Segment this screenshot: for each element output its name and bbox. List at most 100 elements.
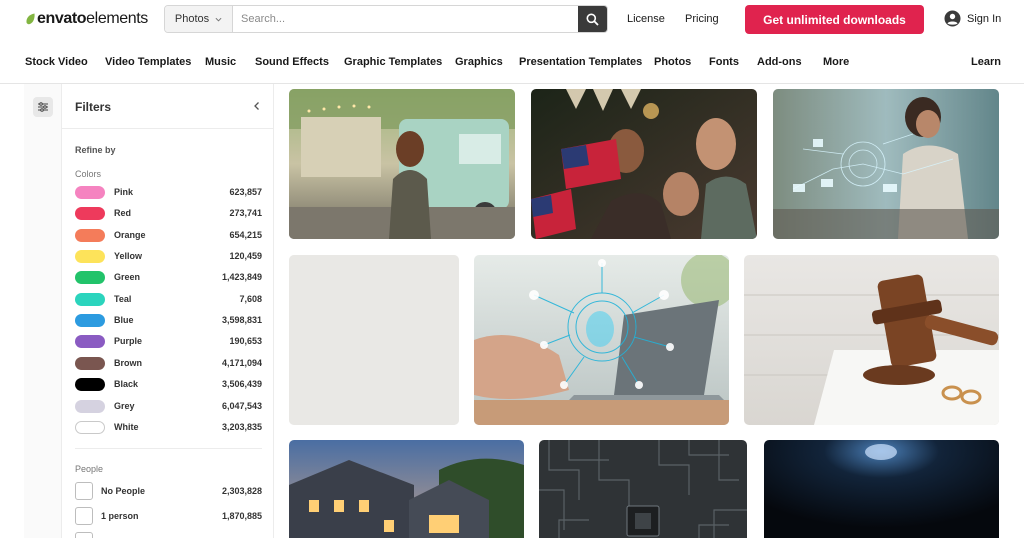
photo-house-dusk[interactable] bbox=[289, 440, 524, 538]
search-bar: Photos bbox=[164, 5, 608, 33]
sidebar-rail bbox=[24, 84, 62, 538]
refine-by-heading: Refine by bbox=[75, 145, 116, 155]
photo-blank-paper[interactable] bbox=[289, 255, 459, 425]
checkbox-label: No People bbox=[101, 486, 146, 496]
color-filter-green[interactable]: Green 1,423,849 bbox=[75, 269, 262, 285]
nav-presentation-templates[interactable]: Presentation Templates bbox=[519, 56, 642, 68]
color-swatch bbox=[75, 334, 105, 348]
search-category-select[interactable]: Photos bbox=[165, 6, 233, 32]
color-name: Yellow bbox=[114, 251, 143, 261]
color-count: 3,506,439 bbox=[221, 379, 262, 389]
nav-graphic-templates[interactable]: Graphic Templates bbox=[344, 56, 442, 68]
chevron-down-icon bbox=[215, 17, 222, 22]
color-name: Grey bbox=[114, 401, 135, 411]
color-filter-pink[interactable]: Pink 623,857 bbox=[75, 184, 262, 200]
people-filter-no-people[interactable]: No People 2,303,828 bbox=[75, 482, 262, 500]
nav-more[interactable]: More bbox=[823, 56, 849, 68]
search-input[interactable] bbox=[233, 6, 578, 32]
divider bbox=[62, 128, 274, 129]
nav-sound-effects[interactable]: Sound Effects bbox=[255, 56, 329, 68]
filter-toggle-button[interactable] bbox=[33, 97, 53, 117]
color-filter-teal[interactable]: Teal 7,608 bbox=[75, 291, 262, 307]
checkbox[interactable] bbox=[75, 532, 93, 538]
photo-gavel-rings[interactable] bbox=[744, 255, 999, 425]
color-name: Teal bbox=[114, 294, 132, 304]
color-name: Blue bbox=[114, 315, 134, 325]
people-filter-1-person[interactable]: 1 person 1,870,885 bbox=[75, 507, 262, 525]
filters-title: Filters bbox=[75, 100, 112, 114]
photo-tech-hologram-woman[interactable] bbox=[773, 89, 999, 239]
color-filter-black[interactable]: Black 3,506,439 bbox=[75, 376, 262, 392]
color-name: Pink bbox=[114, 187, 134, 197]
envato-logo[interactable]: envato elements bbox=[25, 10, 148, 28]
search-icon bbox=[586, 13, 599, 26]
color-filter-orange[interactable]: Orange 654,215 bbox=[75, 227, 262, 243]
color-count: 3,598,831 bbox=[221, 315, 262, 325]
people-count: 2,303,828 bbox=[221, 486, 262, 496]
photo-circuit-board[interactable] bbox=[539, 440, 747, 538]
color-swatch bbox=[75, 313, 105, 327]
color-filter-white[interactable]: White 3,203,835 bbox=[75, 419, 262, 435]
color-count: 6,047,543 bbox=[221, 401, 262, 411]
nav-stock-video[interactable]: Stock Video bbox=[25, 56, 88, 68]
photo-flag-celebration[interactable] bbox=[531, 89, 757, 239]
color-count: 623,857 bbox=[229, 187, 262, 197]
nav-photos[interactable]: Photos bbox=[654, 56, 691, 68]
chevron-left-icon[interactable] bbox=[252, 101, 262, 111]
color-name: Brown bbox=[114, 358, 142, 368]
photo-image bbox=[289, 440, 524, 538]
photo-image bbox=[289, 255, 459, 425]
people-heading: People bbox=[75, 464, 104, 474]
color-filter-red[interactable]: Red 273,741 bbox=[75, 205, 262, 221]
color-count: 1,423,849 bbox=[221, 272, 262, 282]
divider bbox=[75, 448, 262, 449]
nav-graphics[interactable]: Graphics bbox=[455, 56, 503, 68]
color-count: 120,459 bbox=[229, 251, 262, 261]
photo-image bbox=[474, 255, 729, 425]
people-count: 1,870,885 bbox=[221, 511, 262, 521]
color-swatch bbox=[75, 420, 105, 434]
category-nav: Stock Video Video Templates Music Sound … bbox=[0, 38, 1024, 84]
photo-food-truck-woman[interactable] bbox=[289, 89, 515, 239]
color-name: Red bbox=[114, 208, 132, 218]
nav-fonts[interactable]: Fonts bbox=[709, 56, 739, 68]
color-swatch bbox=[75, 249, 105, 263]
nav-music[interactable]: Music bbox=[205, 56, 236, 68]
nav-learn[interactable]: Learn bbox=[971, 56, 1001, 68]
photo-image bbox=[744, 255, 999, 425]
checkbox-label: 1 person bbox=[101, 511, 139, 521]
filters-panel: Filters Refine by Colors Pink 623,857 Re… bbox=[62, 84, 274, 538]
people-filter-next[interactable] bbox=[75, 532, 262, 538]
color-swatch bbox=[75, 185, 105, 199]
color-filter-brown[interactable]: Brown 4,171,094 bbox=[75, 355, 262, 371]
colors-heading: Colors bbox=[75, 169, 102, 179]
pricing-link[interactable]: Pricing bbox=[685, 13, 719, 25]
get-unlimited-downloads-button[interactable]: Get unlimited downloads bbox=[745, 5, 924, 34]
search-button[interactable] bbox=[578, 6, 607, 32]
color-swatch bbox=[75, 270, 105, 284]
checkbox[interactable] bbox=[75, 482, 93, 500]
photo-image bbox=[289, 89, 515, 239]
sliders-icon bbox=[38, 102, 48, 112]
license-link[interactable]: License bbox=[627, 13, 665, 25]
color-filter-purple[interactable]: Purple 190,653 bbox=[75, 333, 262, 349]
sign-in-label: Sign In bbox=[967, 12, 1002, 25]
color-name: Green bbox=[114, 272, 141, 282]
photo-ai-laptop[interactable] bbox=[474, 255, 729, 425]
sign-in-link[interactable]: Sign In bbox=[944, 10, 1001, 27]
color-name: Purple bbox=[114, 336, 143, 346]
photo-spotlight-dark[interactable] bbox=[764, 440, 999, 538]
color-count: 654,215 bbox=[229, 230, 262, 240]
color-count: 273,741 bbox=[229, 208, 262, 218]
color-filter-yellow[interactable]: Yellow 120,459 bbox=[75, 248, 262, 264]
nav-add-ons[interactable]: Add-ons bbox=[757, 56, 802, 68]
color-name: Orange bbox=[114, 230, 146, 240]
top-header: envatoelements Photos License Pricing Ge… bbox=[0, 0, 1024, 38]
color-filter-grey[interactable]: Grey 6,047,543 bbox=[75, 398, 262, 414]
nav-video-templates[interactable]: Video Templates bbox=[105, 56, 191, 68]
color-filter-blue[interactable]: Blue 3,598,831 bbox=[75, 312, 262, 328]
checkbox[interactable] bbox=[75, 507, 93, 525]
color-swatch bbox=[75, 206, 105, 220]
photo-image bbox=[539, 440, 747, 538]
color-count: 190,653 bbox=[229, 336, 262, 346]
